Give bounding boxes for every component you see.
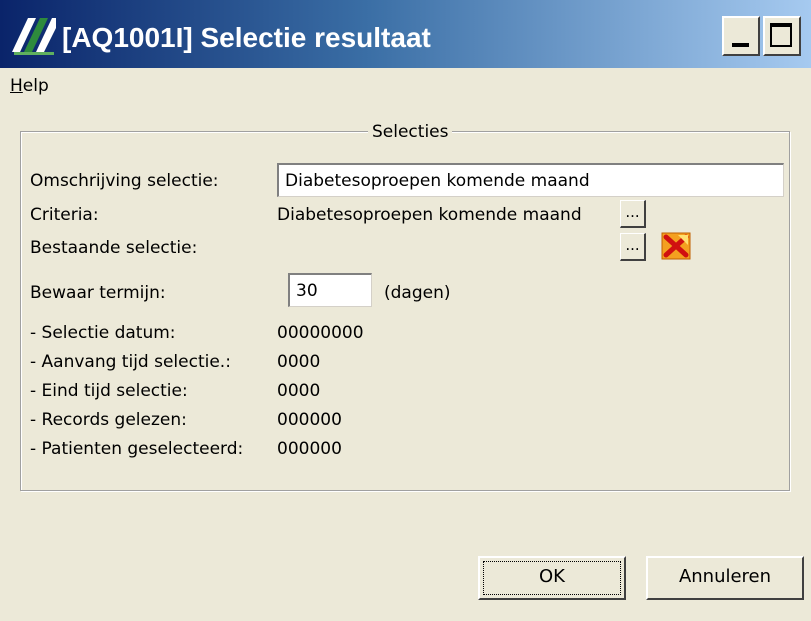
info-label: - Eind tijd selectie: xyxy=(30,381,188,401)
info-value: 0000 xyxy=(277,352,321,372)
menu-bar xyxy=(0,68,811,98)
ok-button[interactable]: OK xyxy=(478,556,626,600)
menu-help-accel: H xyxy=(10,76,23,96)
info-label: - Records gelezen: xyxy=(30,410,187,430)
bewaar-termijn-input[interactable] xyxy=(288,273,372,307)
menu-help-rest: elp xyxy=(22,76,49,96)
omschrijving-input[interactable] xyxy=(277,163,784,197)
bestaande-selectie-label: Bestaande selectie: xyxy=(30,238,198,258)
minimize-icon xyxy=(732,43,749,47)
criteria-value: Diabetesoproepen komende maand xyxy=(277,205,582,225)
info-value: 000000 xyxy=(277,410,342,430)
info-value: 00000000 xyxy=(277,323,364,343)
groupbox-legend: Selecties xyxy=(368,122,453,142)
criteria-label: Criteria: xyxy=(30,205,99,225)
info-value: 0000 xyxy=(277,381,321,401)
info-label: - Patienten geselecteerd: xyxy=(30,439,244,459)
bewaar-termijn-label: Bewaar termijn: xyxy=(30,283,166,303)
cancel-button[interactable]: Annuleren xyxy=(646,556,804,600)
maximize-button[interactable] xyxy=(763,16,801,56)
info-label: - Aanvang tijd selectie.: xyxy=(30,352,231,372)
bestaande-browse-button[interactable]: ... xyxy=(620,233,646,261)
bewaar-termijn-unit: (dagen) xyxy=(384,283,451,303)
app-logo-icon xyxy=(12,18,56,55)
menu-item-help[interactable]: Help xyxy=(10,76,49,96)
info-value: 000000 xyxy=(277,439,342,459)
omschrijving-label: Omschrijving selectie: xyxy=(30,171,219,191)
maximize-icon xyxy=(770,23,792,47)
criteria-browse-button[interactable]: ... xyxy=(620,200,646,228)
minimize-button[interactable] xyxy=(722,16,760,56)
clear-selection-icon[interactable] xyxy=(660,231,692,261)
window-title: [AQ1001I] Selectie resultaat xyxy=(62,22,431,53)
info-label: - Selectie datum: xyxy=(30,323,176,343)
